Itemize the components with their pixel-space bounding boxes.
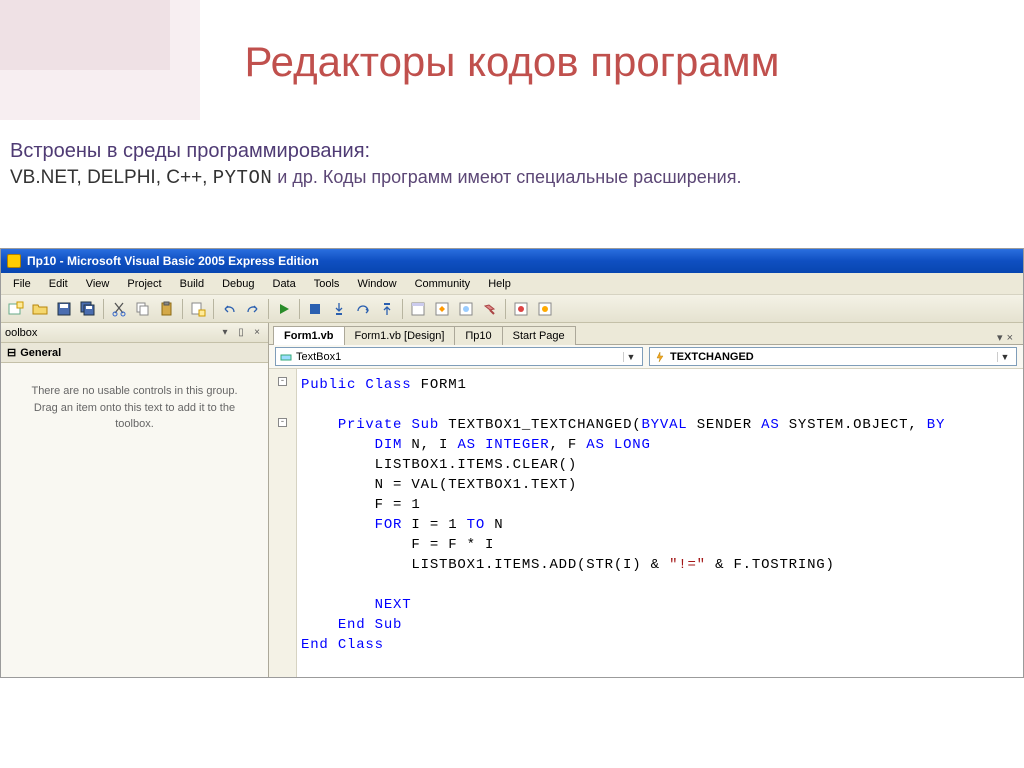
code-text[interactable]: Public Class FORM1 Private Sub TEXTBOX1_… xyxy=(297,369,1023,677)
step-over-button[interactable] xyxy=(352,298,374,320)
tab-project[interactable]: Пр10 xyxy=(454,326,502,345)
toolbar-separator xyxy=(182,299,183,319)
tab-start-page[interactable]: Start Page xyxy=(502,326,576,345)
menu-project[interactable]: Project xyxy=(119,276,169,292)
toolbar-separator xyxy=(505,299,506,319)
menu-edit[interactable]: Edit xyxy=(41,276,76,292)
menu-data[interactable]: Data xyxy=(265,276,304,292)
event-icon xyxy=(654,351,666,363)
toolbar xyxy=(1,295,1023,323)
new-project-button[interactable] xyxy=(5,298,27,320)
menu-window[interactable]: Window xyxy=(349,276,404,292)
slide-body: Встроены в среды программирования: VB.NE… xyxy=(10,140,1004,189)
toolbar-separator xyxy=(402,299,403,319)
tab-close-icon[interactable]: × xyxy=(1007,332,1013,344)
code-editor[interactable]: - - Public Class FORM1 Private Sub TEXTB… xyxy=(269,369,1023,677)
code-gutter: - - xyxy=(269,369,297,677)
outline-toggle[interactable]: - xyxy=(278,418,287,427)
toolbox-pane: oolbox ▾ ▯ × ⊟ General There are no usab… xyxy=(1,323,269,677)
toolbar-separator xyxy=(268,299,269,319)
menu-debug[interactable]: Debug xyxy=(214,276,262,292)
menu-build[interactable]: Build xyxy=(172,276,212,292)
class-selector[interactable]: TextBox1 ▼ xyxy=(275,347,643,366)
tab-form1-vb[interactable]: Form1.vb xyxy=(273,326,345,345)
window-titlebar: Пр10 - Microsoft Visual Basic 2005 Expre… xyxy=(1,249,1023,273)
toolbox-title: oolbox xyxy=(5,327,37,339)
cut-button[interactable] xyxy=(108,298,130,320)
close-icon[interactable]: × xyxy=(250,326,264,340)
pin-icon[interactable]: ▯ xyxy=(234,326,248,340)
toolbox-header: oolbox ▾ ▯ × xyxy=(1,323,268,343)
copy-button[interactable] xyxy=(132,298,154,320)
menu-view[interactable]: View xyxy=(78,276,118,292)
undo-button[interactable] xyxy=(218,298,240,320)
tab-form1-design[interactable]: Form1.vb [Design] xyxy=(344,326,456,345)
stop-button[interactable] xyxy=(304,298,326,320)
editor-area: Form1.vb Form1.vb [Design] Пр10 Start Pa… xyxy=(269,323,1023,677)
toolbox-button[interactable] xyxy=(479,298,501,320)
save-button[interactable] xyxy=(53,298,75,320)
menu-tools[interactable]: Tools xyxy=(306,276,348,292)
app-icon xyxy=(7,254,21,268)
toolbar-separator xyxy=(213,299,214,319)
step-out-button[interactable] xyxy=(376,298,398,320)
solution-explorer-button[interactable] xyxy=(407,298,429,320)
toolbox-section-general[interactable]: ⊟ General xyxy=(1,343,268,363)
properties-button[interactable] xyxy=(431,298,453,320)
immediate-window-button[interactable] xyxy=(534,298,556,320)
step-into-button[interactable] xyxy=(328,298,350,320)
start-debug-button[interactable] xyxy=(273,298,295,320)
toolbar-separator xyxy=(299,299,300,319)
add-item-button[interactable] xyxy=(187,298,209,320)
tab-dropdown-icon[interactable]: ▾ xyxy=(997,331,1003,344)
dropdown-icon[interactable]: ▾ xyxy=(218,326,232,340)
slide-title: Редакторы кодов программ xyxy=(0,38,1024,86)
open-button[interactable] xyxy=(29,298,51,320)
field-icon xyxy=(280,351,292,363)
collapse-icon: ⊟ xyxy=(7,346,16,359)
ide-window: Пр10 - Microsoft Visual Basic 2005 Expre… xyxy=(0,248,1024,678)
paste-button[interactable] xyxy=(156,298,178,320)
object-browser-button[interactable] xyxy=(455,298,477,320)
menu-community[interactable]: Community xyxy=(407,276,479,292)
toolbox-empty-text: There are no usable controls in this gro… xyxy=(1,363,268,677)
body-line-1: Встроены в среды программирования: xyxy=(10,140,1004,163)
chevron-down-icon: ▼ xyxy=(623,352,638,362)
window-title: Пр10 - Microsoft Visual Basic 2005 Expre… xyxy=(27,254,319,268)
menu-bar: File Edit View Project Build Debug Data … xyxy=(1,273,1023,295)
member-selector[interactable]: TEXTCHANGED ▼ xyxy=(649,347,1017,366)
redo-button[interactable] xyxy=(242,298,264,320)
outline-toggle[interactable]: - xyxy=(278,377,287,386)
toolbar-separator xyxy=(103,299,104,319)
chevron-down-icon: ▼ xyxy=(997,352,1012,362)
body-line-2: VB.NET, DELPHI, C++, PYTON и др. Коды пр… xyxy=(10,167,1004,189)
document-tabs: Form1.vb Form1.vb [Design] Пр10 Start Pa… xyxy=(269,323,1023,345)
menu-help[interactable]: Help xyxy=(480,276,519,292)
save-all-button[interactable] xyxy=(77,298,99,320)
menu-file[interactable]: File xyxy=(5,276,39,292)
error-list-button[interactable] xyxy=(510,298,532,320)
member-bar: TextBox1 ▼ TEXTCHANGED ▼ xyxy=(269,345,1023,369)
